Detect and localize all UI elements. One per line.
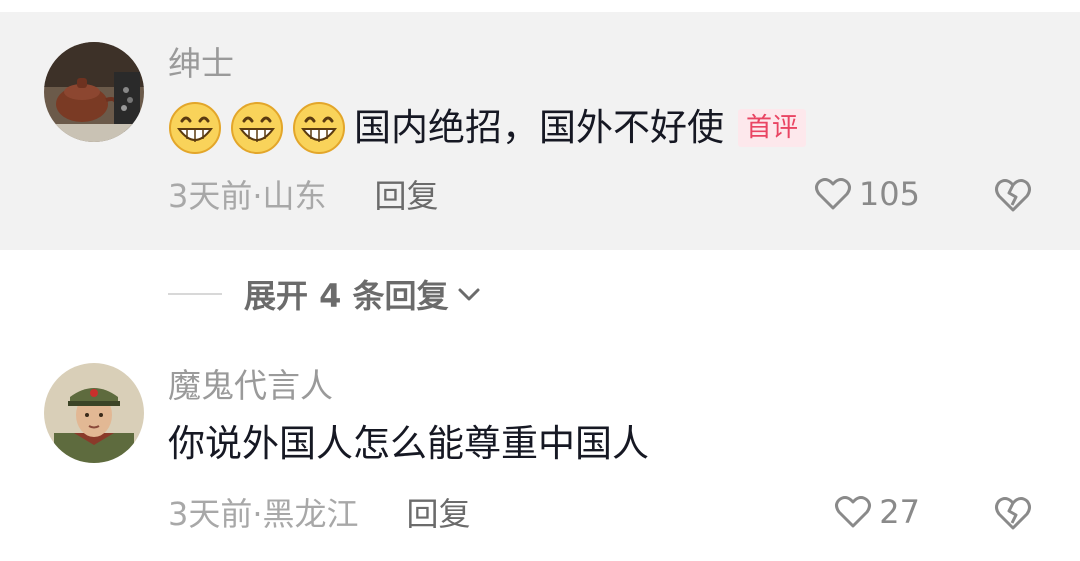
comment-section: 绅士 国内绝招，国外不好使 首评 3天前·山东 回复 105 展开 4 条回复 … — [0, 0, 1080, 561]
comment-content: 国内绝招，国外不好使 首评 — [168, 100, 807, 156]
time-location: 3天前·黑龙江 — [168, 495, 359, 533]
comment-text: 国内绝招，国外不好使 — [354, 106, 724, 149]
grinning-face-icon — [231, 102, 283, 154]
avatar[interactable] — [44, 42, 144, 142]
grinning-face-icon — [293, 102, 345, 154]
comment-item[interactable]: 绅士 国内绝招，国外不好使 首评 3天前·山东 回复 105 — [0, 12, 1080, 250]
username[interactable]: 绅士 — [168, 44, 234, 84]
time-location: 3天前·山东 — [168, 177, 327, 215]
broken-heart-icon[interactable] — [992, 174, 1034, 216]
reply-button[interactable]: 回复 — [407, 489, 471, 535]
first-comment-badge: 首评 — [738, 109, 807, 147]
comment-item[interactable]: 魔鬼代言人 你说外国人怎么能尊重中国人 3天前·黑龙江 回复 27 — [0, 338, 1080, 561]
comment-text: 你说外国人怎么能尊重中国人 — [168, 422, 649, 465]
username[interactable]: 魔鬼代言人 — [168, 366, 333, 406]
divider-line — [168, 293, 222, 295]
heart-outline-icon — [835, 496, 872, 528]
expand-replies-button[interactable]: 展开 4 条回复 — [168, 270, 483, 318]
expand-replies-label: 展开 4 条回复 — [244, 277, 449, 315]
like-count: 105 — [858, 175, 920, 213]
broken-heart-icon[interactable] — [992, 492, 1034, 534]
comment-meta: 3天前·山东 回复 — [168, 172, 439, 216]
chevron-down-icon — [458, 288, 480, 301]
grinning-face-icon — [169, 102, 221, 154]
comment-content: 你说外国人怎么能尊重中国人 — [168, 416, 649, 472]
comment-meta: 3天前·黑龙江 回复 — [168, 490, 471, 534]
like-button[interactable]: 27 — [833, 490, 920, 534]
avatar[interactable] — [44, 363, 144, 463]
like-button[interactable]: 105 — [813, 172, 920, 216]
heart-outline-icon — [814, 178, 851, 210]
like-count: 27 — [879, 493, 920, 531]
reply-button[interactable]: 回复 — [375, 171, 439, 217]
